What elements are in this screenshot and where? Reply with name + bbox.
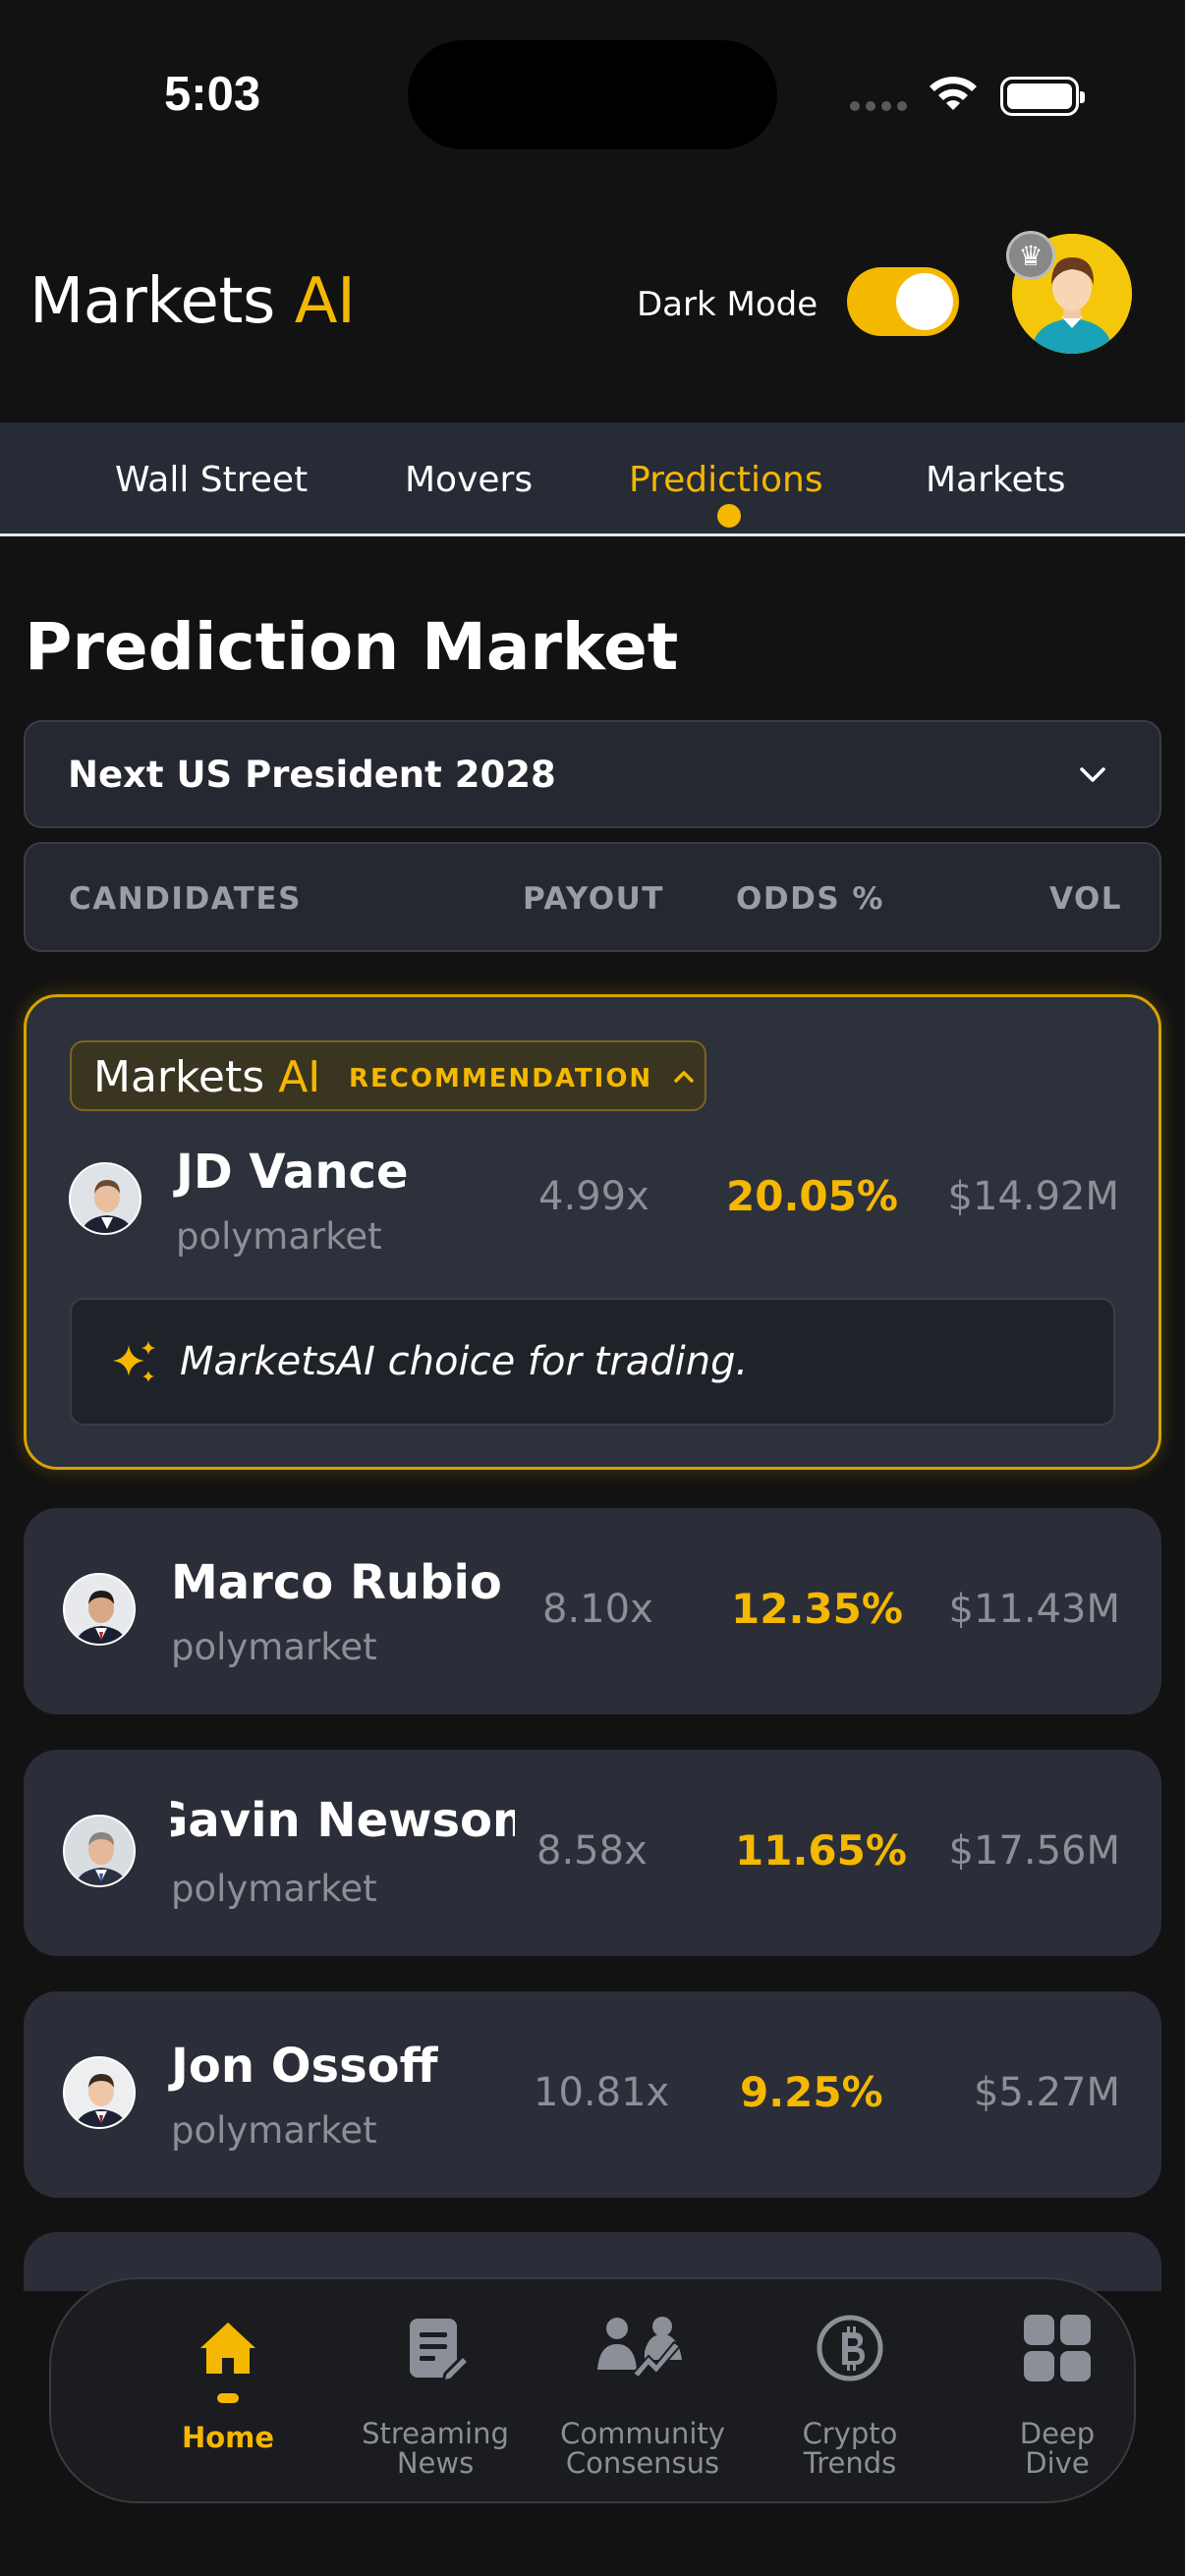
col-odds[interactable]: ODDS % [736,881,884,917]
tab-predictions[interactable]: Predictions [629,460,823,500]
nav-community-consensus-label: Community Consensus [560,2417,725,2480]
candidate-name: Jon Ossoff [171,2039,438,2094]
candidate-row-featured[interactable]: Markets AI RECOMMENDATION JD Vance polym… [24,994,1161,1470]
candidate-row[interactable]: Jon Ossoff polymarket 10.81x 9.25% $5.27… [24,1991,1161,2198]
wifi-icon [930,77,977,110]
community-icon [597,2317,682,2380]
nav-community-consensus[interactable]: Community Consensus [544,2313,741,2478]
candidate-row[interactable]: Gavin Newsom polymarket 8.58x 11.65% $17… [24,1750,1161,1956]
category-tabs: Wall Street Movers Predictions Markets [0,422,1185,536]
dynamic-island [408,40,777,149]
col-vol[interactable]: VOL [1049,881,1122,917]
candidate-photo [69,1162,141,1235]
candidate-payout: 10.81x [534,2070,670,2115]
market-selector-value: Next US President 2028 [68,754,556,796]
dark-mode-label: Dark Mode [637,285,818,324]
news-icon [410,2319,471,2383]
grid-icon [1024,2315,1091,2381]
candidate-odds: 9.25% [740,2068,883,2116]
candidate-volume: $11.43M [948,1587,1120,1632]
ai-recommendation-badge[interactable]: Markets AI RECOMMENDATION [70,1040,706,1111]
candidate-source: polymarket [171,1626,377,1668]
col-payout[interactable]: PAYOUT [523,881,664,917]
candidate-payout: 8.58x [536,1828,648,1874]
candidate-photo [63,2056,136,2129]
nav-deep-dive-label: Deep Dive [1019,2417,1096,2480]
candidate-source: polymarket [171,1868,377,1910]
status-time: 5:03 [164,68,261,121]
nav-crypto-trends-label: Crypto Trends [802,2417,898,2480]
candidate-source: polymarket [171,2109,377,2152]
premium-crown-icon: ♛ [1006,231,1055,280]
toggle-knob [896,273,953,330]
candidate-odds: 11.65% [735,1826,907,1875]
brand-accent: AI [294,265,356,338]
candidate-photo [63,1815,136,1887]
bottom-navigation: Home StreamingNews CommunityConsensus [49,2277,1136,2503]
nav-home[interactable]: Home [130,2313,326,2452]
chevron-up-icon [674,1071,694,1083]
brand-main: Markets [29,265,275,338]
nav-crypto-trends[interactable]: Crypto Trends [752,2313,948,2478]
candidate-name: Gavin Newsom [171,1793,515,1848]
tab-wall-street[interactable]: Wall Street [115,460,308,500]
tab-markets[interactable]: Markets [926,460,1066,500]
candidate-volume: $14.92M [947,1174,1119,1219]
rec-brand: Markets AI [93,1052,320,1102]
active-tab-indicator [717,504,741,528]
candidate-name-clip: Gavin Newsom [171,1793,515,1854]
candidate-payout: 4.99x [538,1174,649,1219]
nav-streaming-news[interactable]: Streaming News [337,2313,534,2478]
candidate-source: polymarket [176,1215,382,1258]
col-candidates[interactable]: CANDIDATES [69,881,302,917]
tab-movers[interactable]: Movers [405,460,533,500]
battery-icon [1000,77,1085,116]
candidate-name: Marco Rubio [171,1555,502,1610]
candidate-volume: $5.27M [973,2070,1120,2115]
ai-choice-text: MarketsAI choice for trading. [180,1339,749,1384]
nav-streaming-news-label: Streaming News [362,2417,509,2480]
market-selector[interactable]: Next US President 2028 [24,720,1161,828]
bitcoin-icon [817,2315,883,2381]
rec-brand-accent: AI [278,1052,321,1102]
candidate-payout: 8.10x [542,1587,653,1632]
column-header: CANDIDATES PAYOUT ODDS % VOL [24,842,1161,952]
nav-deep-dive[interactable]: Deep Dive [959,2313,1156,2478]
rec-brand-main: Markets [93,1052,265,1102]
candidate-volume: $17.56M [948,1828,1120,1874]
app-brand: Markets AI [29,265,356,338]
ai-choice-note: MarketsAI choice for trading. [70,1298,1115,1426]
candidate-name: JD Vance [176,1145,409,1200]
dark-mode-toggle[interactable] [847,267,959,336]
candidate-odds: 20.05% [726,1172,898,1220]
candidate-row[interactable]: Marco Rubio polymarket 8.10x 12.35% $11.… [24,1508,1161,1714]
candidate-photo [63,1573,136,1646]
sparkle-icon [113,1341,155,1382]
recommendation-label: RECOMMENDATION [349,1064,653,1093]
page-title: Prediction Market [25,609,679,685]
home-icon [200,2323,255,2374]
candidate-odds: 12.35% [731,1585,903,1633]
cellular-signal-icon [850,101,907,111]
nav-home-label: Home [181,2421,275,2454]
chevron-down-icon [1080,767,1105,782]
active-nav-indicator [217,2393,239,2403]
